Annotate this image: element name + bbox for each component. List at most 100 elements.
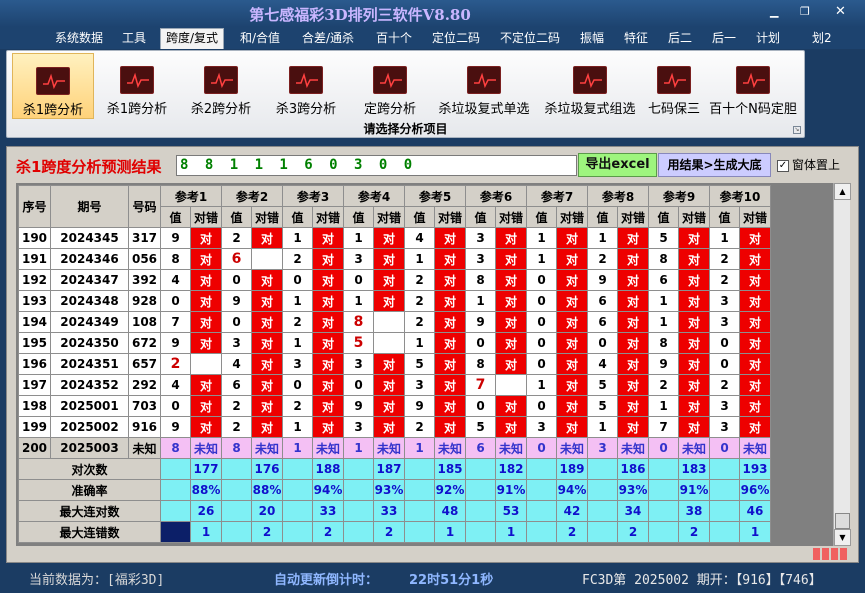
scroll-up-icon[interactable]: ▲ bbox=[834, 183, 851, 200]
menu-item-13[interactable]: 划2 bbox=[812, 29, 832, 48]
menu-item-1[interactable]: 工具 bbox=[122, 29, 146, 48]
resize-grip[interactable] bbox=[813, 548, 851, 560]
checkbox-icon[interactable]: ✓ bbox=[777, 159, 789, 172]
stats-value: 193 bbox=[739, 458, 771, 480]
minimize-icon[interactable]: ▁ bbox=[770, 5, 778, 19]
ref-value: 1 bbox=[404, 332, 435, 354]
ribbon-button-label: 杀垃圾复式单选 bbox=[438, 102, 530, 117]
ribbon-button-0[interactable]: 杀1跨分析 bbox=[12, 53, 94, 119]
generate-base-button[interactable]: 用结果>生成大底 bbox=[658, 153, 771, 177]
scroll-down-icon[interactable]: ▼ bbox=[834, 529, 851, 546]
ribbon-button-8[interactable]: 百十个N码定胆 bbox=[708, 53, 798, 119]
row-seq: 192 bbox=[18, 269, 51, 291]
ref-result-hit: 对 bbox=[190, 248, 222, 270]
table-row[interactable]: 192 2024347 392 4 对 0 对 0 对 0 对 2 对 8 对 0 对 9 对 6 对 2 对 bbox=[18, 269, 771, 291]
table-row[interactable]: 198 2025001 703 0 对 2 对 2 对 9 对 9 对 0 对 0 对 5 对 1 对 3 对 bbox=[18, 395, 771, 417]
table-row[interactable]: 196 2024351 657 2 4 对 3 对 3 对 5 对 8 对 0 对 4 对 9 对 0 对 bbox=[18, 353, 771, 375]
menu-item-7[interactable]: 不定位二码 bbox=[500, 29, 560, 48]
ribbon-button-3[interactable]: 杀3跨分析 bbox=[265, 53, 347, 119]
pin-window-checkbox[interactable]: ✓ 窗体置上 bbox=[777, 156, 840, 172]
menu-item-0[interactable]: 系统数据 bbox=[55, 29, 103, 48]
menu-item-5[interactable]: 百十个 bbox=[376, 29, 412, 48]
ref-value: 6 bbox=[221, 248, 252, 270]
ref-value: 1 bbox=[526, 248, 557, 270]
ref-result-hit: 对 bbox=[739, 290, 771, 312]
row-number: 056 bbox=[128, 248, 161, 270]
menu-item-3[interactable]: 和/合值 bbox=[240, 29, 280, 48]
ribbon-button-4[interactable]: 定跨分析 bbox=[352, 53, 428, 119]
ref-value: 0 bbox=[221, 269, 252, 291]
countdown-value: 22时51分1秒 bbox=[409, 573, 494, 588]
subheader-correct: 对错 bbox=[373, 206, 405, 228]
ref-value: 1 bbox=[282, 416, 313, 438]
ribbon-button-label: 杀1跨分析 bbox=[106, 102, 168, 117]
menu-item-4[interactable]: 合差/通杀 bbox=[302, 29, 354, 48]
table-row[interactable]: 194 2024349 108 7 对 0 对 2 对 8 2 对 9 对 0 对 6 对 1 对 3 对 bbox=[18, 311, 771, 333]
prediction-row[interactable]: 200 2025003 未知 8 未知 8 未知 1 未知 1 未知 1 未知 6 未知 0 未知 3 未知 0 未知 0… bbox=[18, 437, 771, 459]
ref-result-hit: 对 bbox=[678, 227, 710, 249]
ref-value: 6 bbox=[648, 269, 679, 291]
column-header-ref: 参考9 bbox=[648, 185, 710, 207]
prediction-value: 3 bbox=[587, 437, 618, 459]
stats-value: 188 bbox=[312, 458, 344, 480]
ref-result-miss bbox=[251, 248, 283, 270]
prediction-status: 未知 bbox=[434, 437, 466, 459]
ref-value: 2 bbox=[404, 269, 435, 291]
stats-filler bbox=[404, 500, 435, 522]
ref-result-hit: 对 bbox=[617, 374, 649, 396]
table-row[interactable]: 193 2024348 928 0 对 9 对 1 对 1 对 2 对 1 对 0 对 6 对 1 对 3 对 bbox=[18, 290, 771, 312]
ribbon-button-1[interactable]: 杀1跨分析 bbox=[97, 53, 177, 119]
ribbon-button-5[interactable]: 杀垃圾复式单选 bbox=[432, 53, 536, 119]
ref-value: 4 bbox=[160, 269, 191, 291]
menu-item-11[interactable]: 后一 bbox=[712, 29, 736, 48]
stats-filler bbox=[709, 458, 740, 480]
menu-item-6[interactable]: 定位二码 bbox=[432, 29, 480, 48]
table-row[interactable]: 199 2025002 916 9 对 2 对 1 对 3 对 2 对 5 对 3 对 1 对 7 对 3 对 bbox=[18, 416, 771, 438]
restore-icon[interactable]: ❐ bbox=[800, 5, 810, 19]
chart-icon bbox=[573, 66, 607, 94]
ref-value: 9 bbox=[160, 332, 191, 354]
menu-item-12[interactable]: 计划 bbox=[756, 29, 780, 48]
export-excel-button[interactable]: 导出excel bbox=[578, 153, 657, 177]
analysis-grid: 序号 期号 号码 参考1 参考2 参考3 参考4 参考5 参考6 参考7 参考8 参考9 参考10 值对错… bbox=[16, 183, 841, 546]
menu-item-9[interactable]: 特征 bbox=[624, 29, 648, 48]
stats-value: 96% bbox=[739, 479, 771, 501]
subheader-correct: 对错 bbox=[739, 206, 771, 228]
ref-result-hit: 对 bbox=[373, 269, 405, 291]
ref-value: 0 bbox=[282, 269, 313, 291]
column-header-ref: 参考1 bbox=[160, 185, 222, 207]
table-row[interactable]: 197 2024352 292 4 对 6 对 0 对 0 对 3 对 7 1 对 5 对 2 对 2 对 bbox=[18, 374, 771, 396]
ref-value: 2 bbox=[282, 395, 313, 417]
table-row[interactable]: 195 2024350 672 9 对 3 对 1 对 5 1 对 0 对 0 对 0 对 8 对 0 对 bbox=[18, 332, 771, 354]
ref-result-hit: 对 bbox=[739, 311, 771, 333]
result-value-field[interactable]: 8 8 1 1 1 6 0 3 0 0 bbox=[176, 155, 577, 176]
stats-filler bbox=[160, 458, 191, 480]
expand-icon[interactable]: ↘ bbox=[793, 126, 801, 134]
stats-filler bbox=[221, 521, 252, 543]
ribbon-button-2[interactable]: 杀2跨分析 bbox=[181, 53, 261, 119]
ref-value: 9 bbox=[343, 395, 374, 417]
ref-value: 1 bbox=[648, 290, 679, 312]
column-header-ref: 参考7 bbox=[526, 185, 588, 207]
chart-icon bbox=[36, 67, 70, 95]
ref-result-hit: 对 bbox=[312, 269, 344, 291]
ribbon-button-7[interactable]: 七码保三 bbox=[644, 53, 704, 119]
vertical-scrollbar[interactable]: ▲ ▼ bbox=[833, 183, 851, 546]
column-header-ref: 参考10 bbox=[709, 185, 771, 207]
ribbon-button-6[interactable]: 杀垃圾复式组选 bbox=[539, 53, 641, 119]
ref-value: 8 bbox=[160, 248, 191, 270]
ref-value: 0 bbox=[709, 353, 740, 375]
menu-item-8[interactable]: 振幅 bbox=[580, 29, 604, 48]
ref-value: 2 bbox=[221, 227, 252, 249]
scroll-thumb[interactable] bbox=[835, 513, 850, 529]
menu-item-10[interactable]: 后二 bbox=[668, 29, 692, 48]
ref-result-hit: 对 bbox=[495, 395, 527, 417]
stats-value: 26 bbox=[190, 500, 222, 522]
table-row[interactable]: 191 2024346 056 8 对 6 2 对 3 对 1 对 3 对 1 对 2 对 8 对 2 对 bbox=[18, 248, 771, 270]
stats-value: 38 bbox=[678, 500, 710, 522]
table-row[interactable]: 190 2024345 317 9 对 2 对 1 对 1 对 4 对 3 对 1 对 1 对 5 对 1 对 bbox=[18, 227, 771, 249]
close-icon[interactable]: ✕ bbox=[835, 5, 846, 19]
ref-value: 3 bbox=[526, 416, 557, 438]
ref-value: 2 bbox=[404, 290, 435, 312]
menu-item-2[interactable]: 跨度/复式 bbox=[160, 28, 225, 49]
